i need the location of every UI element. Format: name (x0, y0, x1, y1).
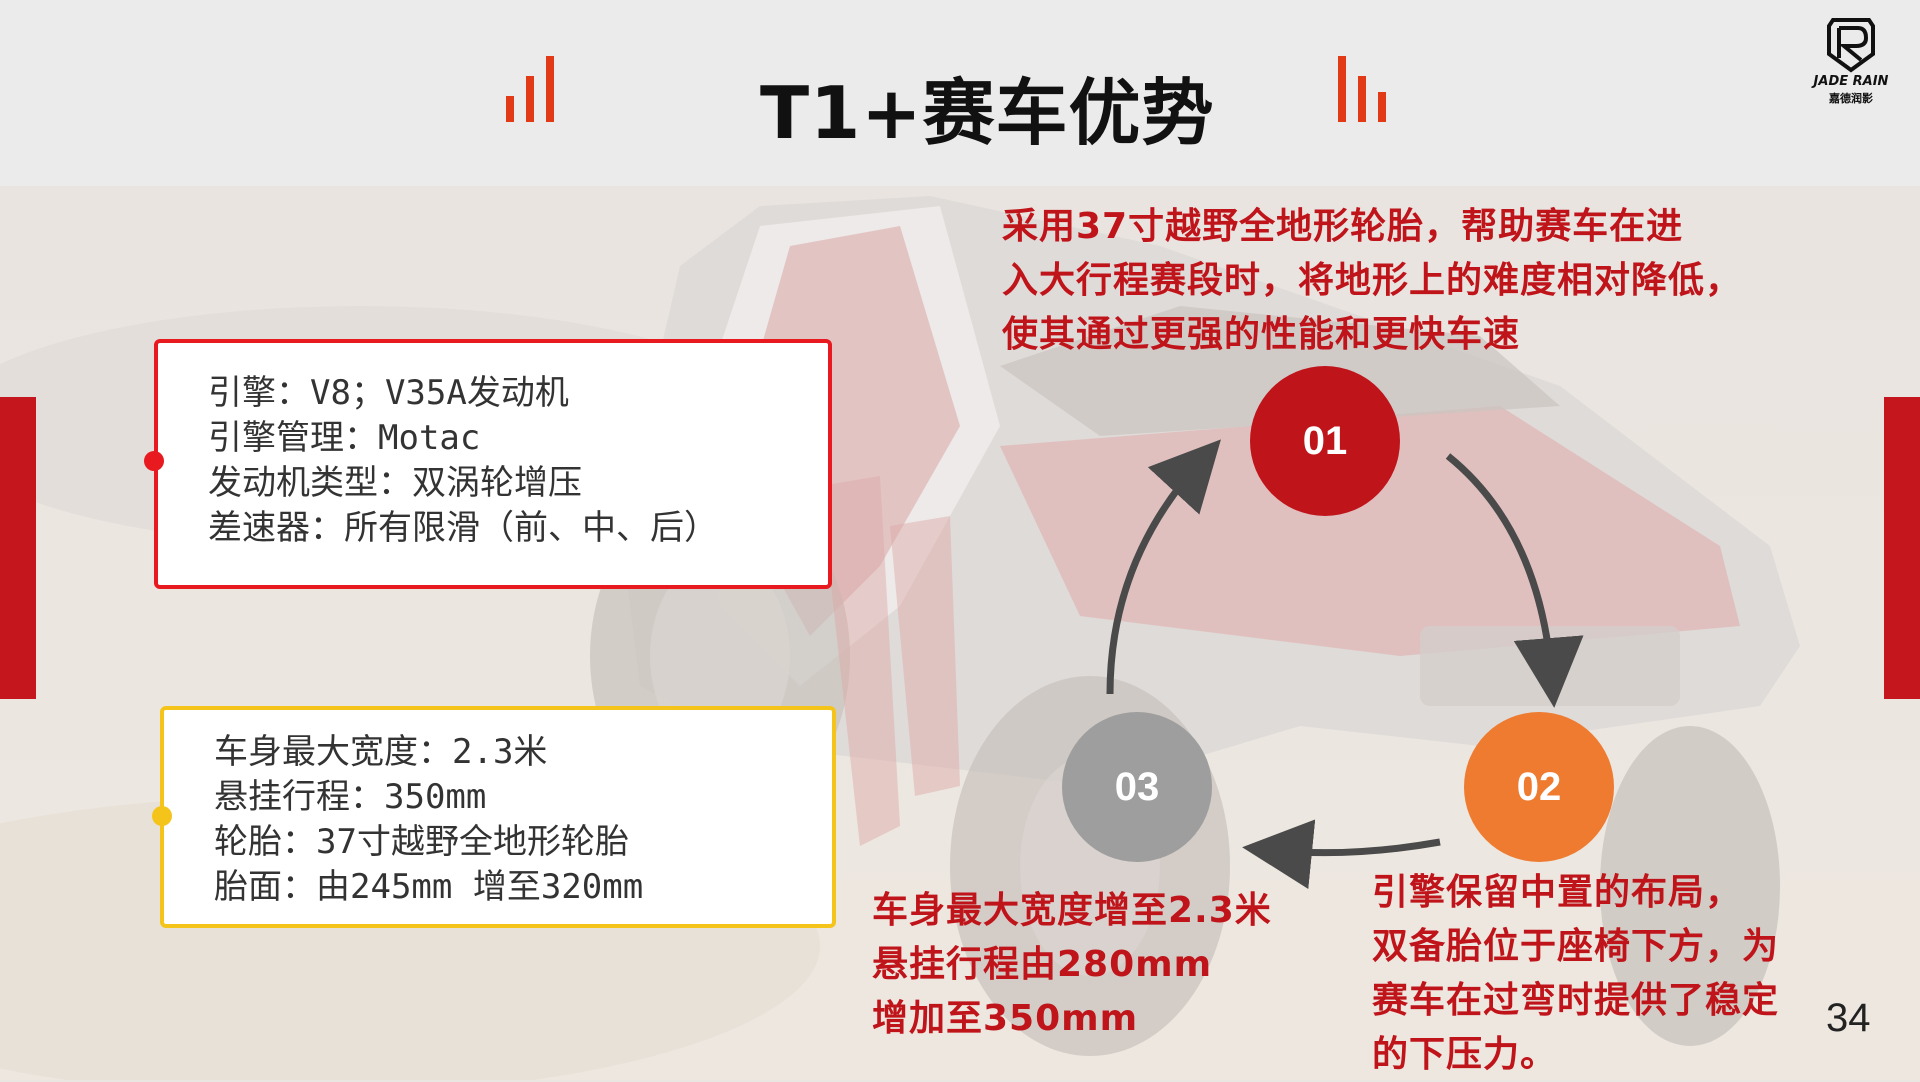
spec-line: 车身最大宽度：2.3米 (214, 732, 548, 772)
engine-spec-box: 引擎：V8；V35A发动机 引擎管理：Motac 发动机类型：双涡轮增压 差速器… (154, 339, 832, 589)
body-spec-box: 车身最大宽度：2.3米 悬挂行程：350mm 轮胎：37寸越野全地形轮胎 胎面：… (160, 706, 836, 928)
step-03-caption: 车身最大宽度增至2.3米 悬挂行程由280mm 增加至350mm (872, 884, 1272, 1046)
page-title: T1+赛车优势 (760, 71, 1215, 155)
brand-subtitle: 嘉德润影 (1829, 92, 1873, 105)
spec-line: 轮胎：37寸越野全地形轮胎 (214, 822, 629, 862)
engine-box-marker (144, 451, 164, 471)
caption-line: 车身最大宽度增至2.3米 (872, 890, 1272, 931)
caption-line: 的下压力。 (1372, 1034, 1558, 1075)
caption-line: 引擎保留中置的布局， (1372, 872, 1743, 913)
page-number: 34 (1826, 996, 1871, 1040)
caption-line: 增加至350mm (872, 998, 1139, 1039)
spec-line: 引擎管理：Motac (208, 418, 481, 458)
step-01-circle: 01 (1250, 366, 1400, 516)
spec-line: 悬挂行程：350mm (214, 777, 487, 817)
bar-chart-icon-left (506, 42, 576, 122)
caption-line: 入大行程赛段时，将地形上的难度相对降低， (1002, 260, 1743, 301)
step-02-caption: 引擎保留中置的布局， 双备胎位于座椅下方，为 赛车在过弯时提供了稳定 的下压力。 (1372, 866, 1779, 1082)
caption-line: 赛车在过弯时提供了稳定 (1372, 980, 1780, 1021)
brand-name: JADE RAIN (1813, 74, 1889, 89)
bar-chart-icon-right (1338, 42, 1408, 122)
spec-line: 胎面：由245mm 增至320mm (214, 867, 644, 907)
caption-line: 采用37寸越野全地形轮胎，帮助赛车在进 (1002, 206, 1684, 247)
step-03-circle: 03 (1062, 712, 1212, 862)
body-box-marker (152, 806, 172, 826)
spec-line: 引擎：V8；V35A发动机 (208, 373, 569, 413)
caption-line: 双备胎位于座椅下方，为 (1372, 926, 1780, 967)
step-01-caption: 采用37寸越野全地形轮胎，帮助赛车在进 入大行程赛段时，将地形上的难度相对降低，… (1002, 200, 1742, 362)
step-02-circle: 02 (1464, 712, 1614, 862)
caption-line: 悬挂行程由280mm (872, 944, 1213, 985)
left-accent-bar (0, 397, 36, 699)
spec-line: 发动机类型：双涡轮增压 (208, 463, 582, 503)
spec-line: 差速器：所有限滑（前、中、后） (208, 508, 718, 548)
right-accent-bar (1884, 397, 1920, 699)
caption-line: 使其通过更强的性能和更快车速 (1002, 314, 1521, 355)
